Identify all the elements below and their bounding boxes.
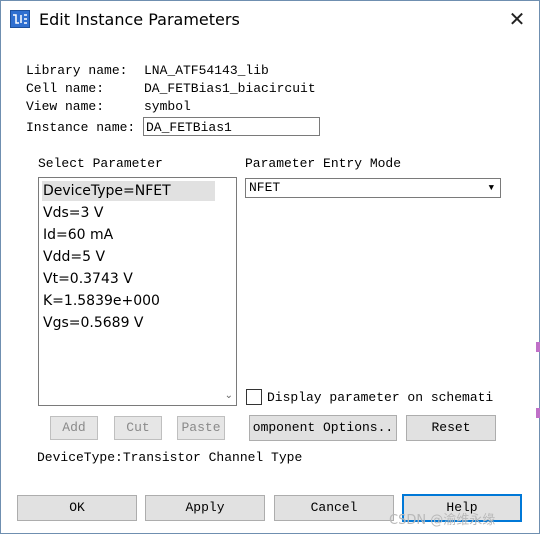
list-item[interactable]: DeviceType=NFET bbox=[42, 181, 215, 201]
component-options-button[interactable]: omponent Options.. bbox=[249, 415, 397, 441]
library-name-value: LNA_ATF54143_lib bbox=[144, 63, 269, 78]
list-item[interactable]: Vdd=5 V bbox=[42, 247, 105, 267]
watermark: CSDN @渝维永缘 bbox=[389, 513, 496, 528]
select-parameter-heading: Select Parameter bbox=[38, 156, 163, 171]
library-name-label: Library name: bbox=[26, 63, 128, 78]
list-item[interactable]: Id=60 mA bbox=[42, 225, 113, 245]
ok-button[interactable]: OK bbox=[17, 495, 137, 521]
cut-button[interactable]: Cut bbox=[114, 416, 162, 440]
title-bar[interactable]: Edit Instance Parameters ✕ bbox=[1, 1, 539, 37]
cell-name-value: DA_FETBias1_biacircuit bbox=[144, 81, 316, 96]
view-name-value: symbol bbox=[144, 99, 191, 114]
apply-button[interactable]: Apply bbox=[145, 495, 265, 521]
edge-artifact bbox=[536, 342, 540, 352]
paste-button[interactable]: Paste bbox=[177, 416, 225, 440]
parameter-description: DeviceType:Transistor Channel Type bbox=[37, 450, 303, 465]
display-parameter-label: Display parameter on schemati bbox=[267, 390, 494, 405]
cell-name-label: Cell name: bbox=[26, 81, 105, 96]
reset-button[interactable]: Reset bbox=[406, 415, 496, 441]
window-title: Edit Instance Parameters bbox=[39, 10, 240, 29]
schematic-app-icon bbox=[10, 10, 30, 28]
instance-name-input[interactable]: DA_FETBias1 bbox=[143, 117, 320, 136]
list-item[interactable]: Vds=3 V bbox=[42, 203, 103, 223]
list-item[interactable]: K=1.5839e+000 bbox=[42, 291, 160, 311]
display-parameter-checkbox[interactable] bbox=[246, 389, 262, 405]
list-item[interactable]: Vt=0.3743 V bbox=[42, 269, 133, 289]
view-name-label: View name: bbox=[26, 99, 105, 114]
instance-name-label: Instance name: bbox=[26, 120, 136, 135]
cancel-button[interactable]: Cancel bbox=[274, 495, 394, 521]
edge-artifact bbox=[536, 408, 540, 418]
entry-mode-select[interactable]: NFET ▼ bbox=[245, 178, 501, 198]
close-icon[interactable]: ✕ bbox=[506, 8, 528, 30]
add-button[interactable]: Add bbox=[50, 416, 98, 440]
entry-mode-value: NFET bbox=[249, 180, 281, 195]
list-item[interactable]: Vgs=0.5689 V bbox=[42, 313, 144, 333]
scroll-down-icon[interactable]: ⌄ bbox=[225, 390, 233, 401]
parameter-entry-mode-heading: Parameter Entry Mode bbox=[245, 156, 402, 171]
chevron-down-icon[interactable]: ▼ bbox=[489, 179, 494, 197]
parameter-list[interactable]: DeviceType=NFET Vds=3 V Id=60 mA Vdd=5 V… bbox=[38, 177, 237, 406]
